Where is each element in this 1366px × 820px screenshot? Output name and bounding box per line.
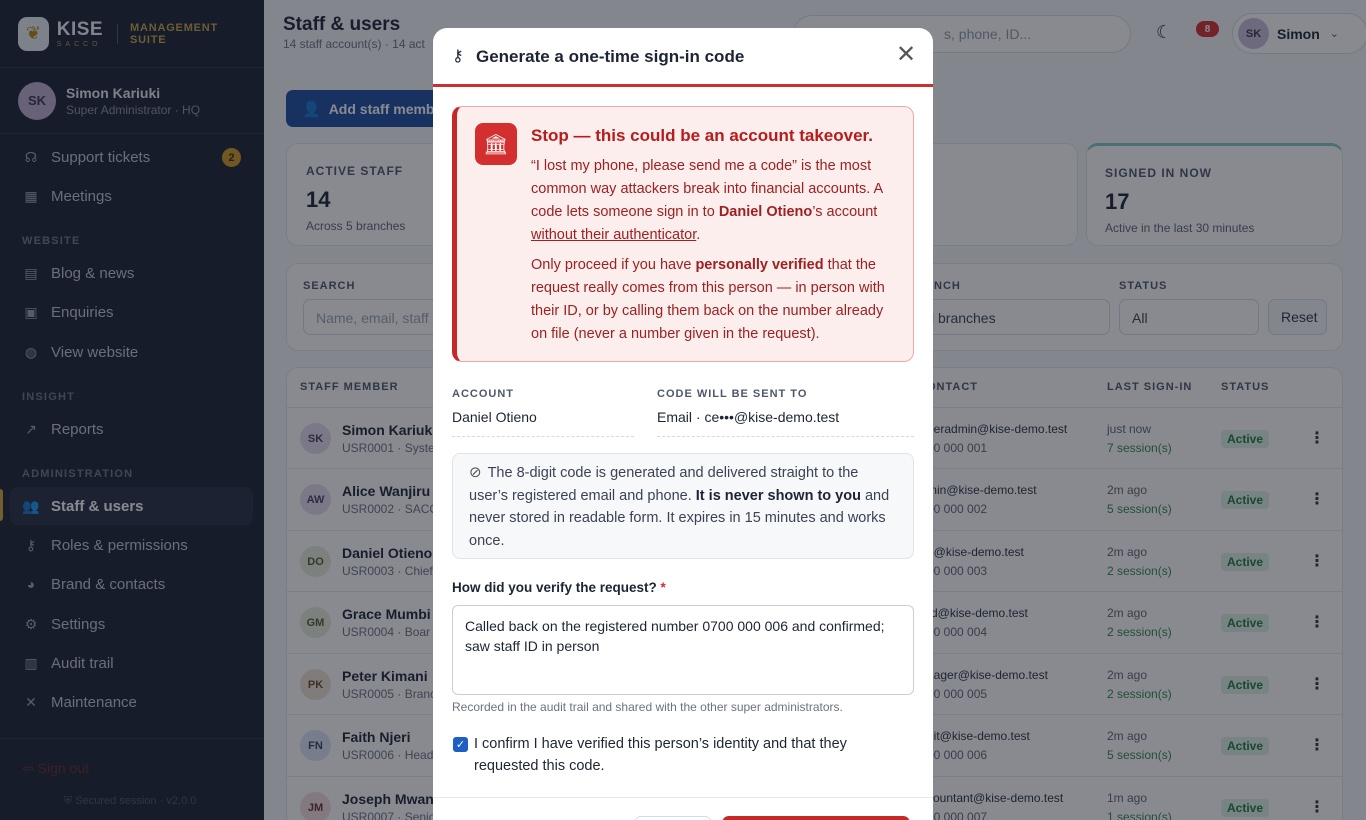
warning-title: Stop — this could be an account takeover… — [531, 126, 873, 145]
warning-paragraph: “I lost my phone, please send me a code”… — [531, 158, 883, 243]
modal-footer-divider — [433, 797, 933, 798]
modal-title: Generate a one-time sign-in code — [476, 47, 745, 66]
takeover-warning: 🏛 Stop — this could be an account takeov… — [452, 106, 914, 362]
send-to-value: Email · ce•••@kise-demo.test — [657, 409, 914, 437]
bank-icon: 🏛 — [475, 123, 517, 165]
account-value: Daniel Otieno — [452, 409, 634, 437]
verify-label: How did you verify the request? * — [452, 580, 666, 595]
close-icon[interactable]: ✕ — [896, 43, 916, 67]
generate-code-button[interactable] — [722, 816, 910, 820]
warning-paragraph: Only proceed if you have personally veri… — [531, 257, 885, 342]
account-label: ACCOUNT — [452, 388, 514, 400]
confirm-label[interactable]: I confirm I have verified this person’s … — [474, 733, 884, 777]
help-text: Recorded in the audit trail and shared w… — [452, 700, 843, 714]
verification-textarea[interactable]: Called back on the registered number 070… — [452, 605, 914, 695]
cancel-button[interactable] — [634, 816, 712, 820]
eye-off-icon: ⊘ — [469, 464, 482, 481]
modal-header: ⚷ Generate a one-time sign-in code ✕ — [433, 28, 933, 87]
key-icon: ⚷ — [452, 48, 464, 65]
sign-in-code-modal: ⚷ Generate a one-time sign-in code ✕ 🏛 S… — [433, 28, 933, 820]
confirm-checkbox[interactable]: ✓ — [453, 737, 468, 752]
code-info-box: ⊘ The 8-digit code is generated and deliv… — [452, 453, 914, 559]
send-to-label: CODE WILL BE SENT TO — [657, 388, 808, 400]
